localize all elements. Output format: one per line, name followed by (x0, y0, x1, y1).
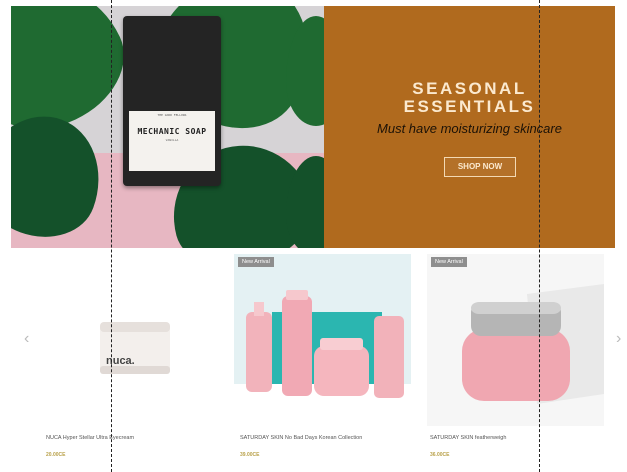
cream-jar-image (427, 254, 604, 426)
hero-title-line2: ESSENTIALS (403, 97, 536, 116)
product-name[interactable]: NUCA Hyper Stellar Ultra Eyecream (46, 435, 134, 441)
product-price: 36.00CE (430, 452, 450, 458)
soap-bar: THE GOOD FELLOWS MECHANIC SOAP VANILLA (123, 16, 221, 186)
product-image[interactable] (40, 254, 220, 426)
hero-title-line1: SEASONAL (412, 79, 527, 98)
new-arrival-badge: New Arrival (238, 257, 274, 267)
soap-label: THE GOOD FELLOWS MECHANIC SOAP VANILLA (129, 111, 215, 171)
guide-line (111, 0, 112, 472)
product-name[interactable]: SATURDAY SKIN featherweigh (430, 435, 506, 441)
soap-sub: VANILLA (165, 138, 179, 142)
new-arrival-badge: New Arrival (431, 257, 467, 267)
shop-now-button[interactable]: SHOP NOW (444, 157, 516, 177)
product-name[interactable]: SATURDAY SKIN No Bad Days Korean Collect… (240, 435, 362, 441)
eye-cream-jar (100, 322, 170, 374)
hero-title: SEASONAL ESSENTIALS (324, 80, 615, 116)
product-image[interactable] (427, 254, 604, 426)
product-image[interactable] (234, 254, 411, 426)
guide-line (539, 0, 540, 472)
product-price: 39.00CE (240, 452, 260, 458)
next-arrow-icon[interactable]: › (616, 330, 621, 348)
soap-brand: THE GOOD FELLOWS (157, 113, 187, 117)
hero-subtitle: Must have moisturizing skincare (377, 121, 562, 136)
soap-name: MECHANIC SOAP (137, 127, 207, 136)
hero-left-image: THE GOOD FELLOWS MECHANIC SOAP VANILLA (11, 6, 324, 248)
prev-arrow-icon[interactable]: ‹ (24, 330, 29, 348)
skincare-collection-image (234, 290, 411, 426)
product-price: 20.00CE (46, 452, 66, 458)
